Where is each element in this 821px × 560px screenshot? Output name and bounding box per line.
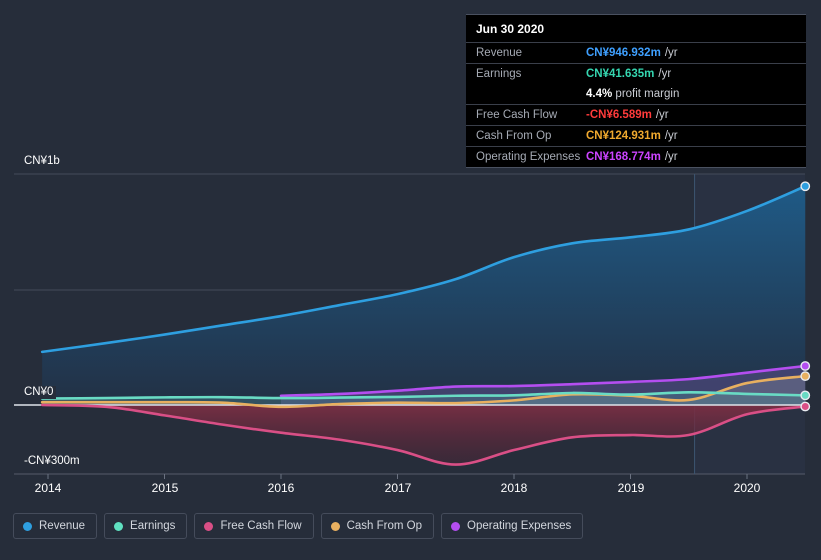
chart-legend: Revenue Earnings Free Cash Flow Cash Fro… xyxy=(13,513,584,539)
x-axis-label-2017: 2017 xyxy=(384,481,412,495)
tooltip-label-free-cash-flow: Free Cash Flow xyxy=(476,109,558,121)
tooltip-row-earnings: Earnings CN¥41.635m /yr xyxy=(466,64,806,84)
tooltip-value-operating-expenses: CN¥168.774m xyxy=(586,151,661,163)
tooltip-label-cash-from-op: Cash From Op xyxy=(476,130,552,142)
tooltip-label-operating-expenses: Operating Expenses xyxy=(476,151,581,163)
tooltip-unit-cash-from-op: /yr xyxy=(664,130,678,142)
financial-chart-screenshot: CN¥1b CN¥0 -CN¥300m 2014 2015 2016 2017 … xyxy=(0,0,821,560)
legend-item-earnings[interactable]: Earnings xyxy=(104,513,188,539)
legend-dot-cash-from-op-icon xyxy=(330,521,340,531)
endpoint-marker[interactable] xyxy=(800,181,811,192)
endpoint-marker[interactable] xyxy=(800,390,811,401)
endpoint-marker[interactable] xyxy=(800,361,811,371)
tooltip-date: Jun 30 2020 xyxy=(466,15,806,43)
tooltip-label-revenue: Revenue xyxy=(476,47,523,59)
tooltip-value-profit-margin: 4.4% xyxy=(586,88,613,100)
legend-label-cash-from-op: Cash From Op xyxy=(346,520,423,532)
y-axis-label-top: CN¥1b xyxy=(22,155,63,168)
x-axis-label-2014: 2014 xyxy=(34,481,62,495)
legend-label-operating-expenses: Operating Expenses xyxy=(467,520,572,532)
endpoint-marker[interactable] xyxy=(800,401,811,412)
tooltip-row-cash-from-op: Cash From Op CN¥124.931m /yr xyxy=(466,126,806,147)
legend-item-revenue[interactable]: Revenue xyxy=(13,513,98,539)
tooltip-label-profit-margin: profit margin xyxy=(615,88,680,100)
tooltip-row-operating-expenses: Operating Expenses CN¥168.774m /yr xyxy=(466,147,806,167)
y-axis-label-zero: CN¥0 xyxy=(22,386,57,399)
tooltip-unit-free-cash-flow: /yr xyxy=(655,109,669,121)
legend-label-revenue: Revenue xyxy=(39,520,86,532)
tooltip-unit-revenue: /yr xyxy=(664,47,678,59)
x-axis-label-2015: 2015 xyxy=(151,481,179,495)
legend-dot-free-cash-flow-icon xyxy=(204,521,214,531)
tooltip-row-revenue: Revenue CN¥946.932m /yr xyxy=(466,43,806,64)
tooltip-label-earnings: Earnings xyxy=(476,68,522,80)
legend-label-free-cash-flow: Free Cash Flow xyxy=(220,520,302,532)
tooltip-unit-operating-expenses: /yr xyxy=(664,151,678,163)
endpoint-marker[interactable] xyxy=(800,371,811,382)
tooltip-row-free-cash-flow: Free Cash Flow -CN¥6.589m /yr xyxy=(466,105,806,126)
legend-item-cash-from-op[interactable]: Cash From Op xyxy=(320,513,435,539)
tooltip-row-profit-margin: 4.4% profit margin xyxy=(466,84,806,105)
tooltip-value-cash-from-op: CN¥124.931m xyxy=(586,130,661,142)
legend-label-earnings: Earnings xyxy=(130,520,176,532)
tooltip-value-revenue: CN¥946.932m xyxy=(586,47,661,59)
chart-tooltip: Jun 30 2020 Revenue CN¥946.932m /yr Earn… xyxy=(466,14,806,168)
tooltip-unit-earnings: /yr xyxy=(658,68,672,80)
legend-item-free-cash-flow[interactable]: Free Cash Flow xyxy=(194,513,314,539)
x-axis-label-2016: 2016 xyxy=(267,481,295,495)
legend-dot-earnings-icon xyxy=(114,521,124,531)
legend-item-operating-expenses[interactable]: Operating Expenses xyxy=(441,513,584,539)
legend-dot-operating-expenses-icon xyxy=(451,521,461,531)
tooltip-value-free-cash-flow: -CN¥6.589m xyxy=(586,109,652,121)
x-axis-label-2019: 2019 xyxy=(617,481,645,495)
legend-dot-revenue-icon xyxy=(23,521,32,531)
y-axis-label-bottom: -CN¥300m xyxy=(22,455,83,468)
x-axis-label-2020: 2020 xyxy=(733,481,761,495)
tooltip-value-earnings: CN¥41.635m xyxy=(586,68,655,80)
x-axis-label-2018: 2018 xyxy=(500,481,528,495)
